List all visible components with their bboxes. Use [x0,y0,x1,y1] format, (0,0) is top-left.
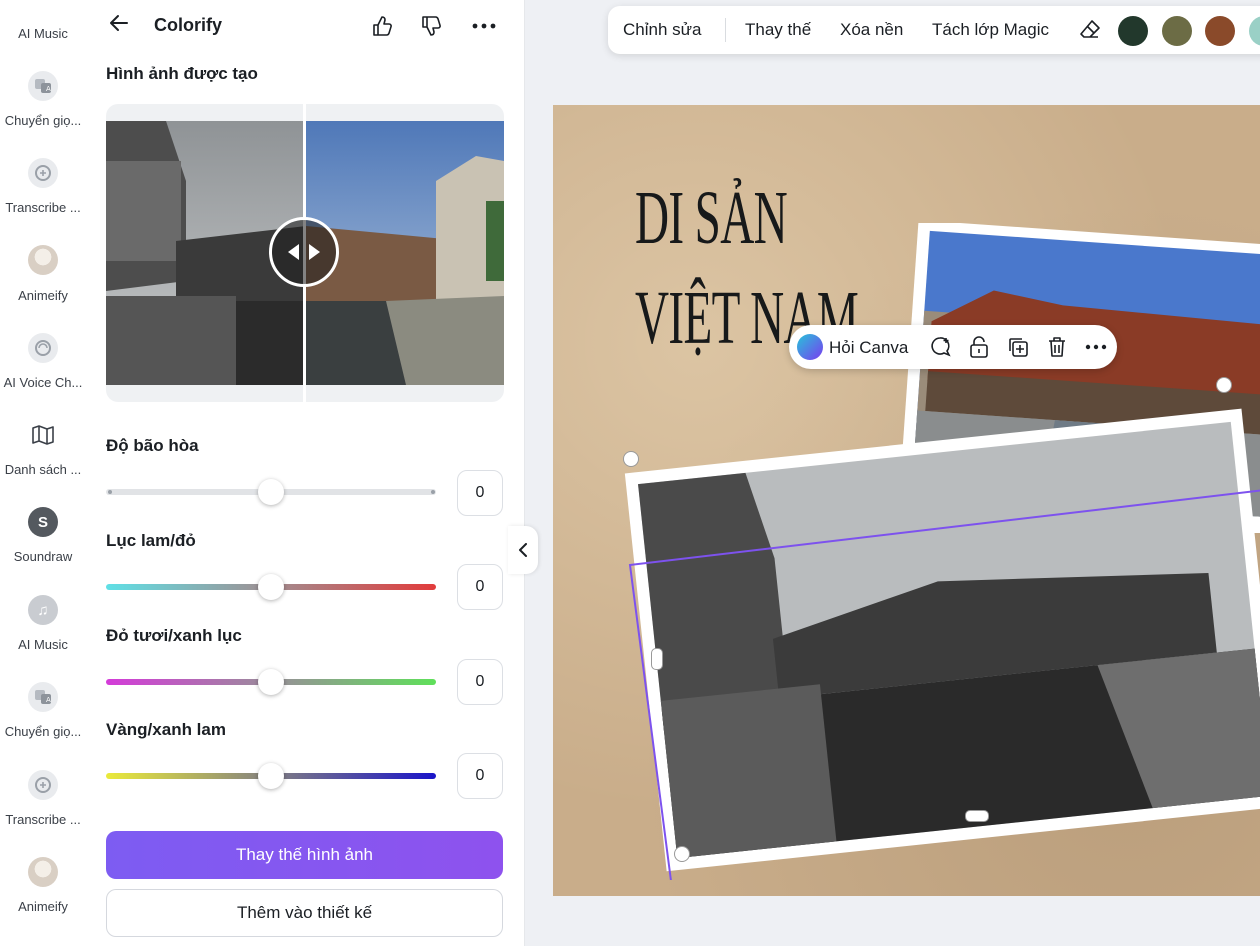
rail-item-label[interactable]: AI Voice Ch... [0,375,86,390]
yellow-blue-slider-thumb[interactable] [258,763,284,789]
context-toolbar: Chỉnh sửa Thay thế Xóa nền Tách lớp Magi… [608,6,1260,54]
colorify-panel: Colorify Hình ảnh được tạo Độ bão hòa 0 … [86,0,525,946]
rail-item-label[interactable]: Animeify [0,899,86,914]
transcribe-icon[interactable] [28,770,58,800]
track-end-dot [108,490,112,494]
yellow-blue-value-input[interactable]: 0 [457,753,503,799]
rail-item-label[interactable]: AI Music [0,637,86,652]
translate-icon[interactable]: A [28,682,58,712]
magic-layer-button[interactable]: Tách lớp Magic [932,20,1049,40]
magenta-green-value-input[interactable]: 0 [457,659,503,705]
eraser-icon[interactable] [1078,18,1102,47]
saturation-slider-thumb[interactable] [258,479,284,505]
yellow-blue-label: Vàng/xanh lam [106,720,226,739]
track-end-dot [431,490,435,494]
color-swatch[interactable] [1162,16,1192,46]
more-options-icon[interactable] [470,12,498,40]
voice-change-icon[interactable] [28,333,58,363]
side-handle[interactable] [965,810,989,822]
resize-handle[interactable] [1216,377,1232,393]
saturation-value-input[interactable]: 0 [457,470,503,516]
resize-handle[interactable] [674,846,690,862]
replace-button[interactable]: Thay thế [745,20,811,40]
resize-handle[interactable] [623,451,639,467]
replace-image-button[interactable]: Thay thế hình ảnh [106,831,503,879]
color-swatch[interactable] [1205,16,1235,46]
avatar-icon[interactable] [28,245,58,275]
lock-icon[interactable] [965,333,993,361]
canva-assistant-icon[interactable] [797,334,823,360]
collapse-panel-button[interactable] [508,526,538,574]
avatar-icon[interactable] [28,857,58,887]
translate-icon[interactable]: A [28,71,58,101]
trash-icon[interactable] [1043,333,1071,361]
heading-line-1[interactable]: DI SẢN [635,175,788,262]
left-right-arrows-icon [288,244,320,260]
music-note-icon[interactable]: ♫ [28,595,58,625]
color-swatch[interactable] [1249,16,1260,46]
comment-add-icon[interactable] [927,333,955,361]
chevron-left-icon [519,543,527,557]
transcribe-icon[interactable] [28,158,58,188]
rail-item-label[interactable]: Soundraw [0,549,86,564]
map-icon[interactable] [28,420,58,450]
svg-text:A: A [46,696,51,704]
design-canvas[interactable]: DI SẢN VIỆT NAM [553,105,1260,896]
compare-slider-handle[interactable] [269,217,339,287]
magenta-green-label: Đỏ tươi/xanh lục [106,626,242,645]
app-rail: AI Music A Chuyển giọ... Transcribe ... … [0,0,86,946]
edit-button[interactable]: Chỉnh sửa [623,20,701,40]
duplicate-icon[interactable] [1004,333,1032,361]
section-title: Hình ảnh được tạo [106,64,258,83]
magenta-green-slider-thumb[interactable] [258,669,284,695]
cyan-red-label: Lục lam/đỏ [106,531,196,550]
element-floating-menu: Hỏi Canva [789,325,1117,369]
svg-text:A: A [46,85,51,93]
panel-header: Colorify [86,0,524,54]
before-after-comparison [106,104,504,402]
thumbs-down-icon[interactable] [417,12,445,40]
thumbs-up-icon[interactable] [368,12,396,40]
soundraw-s-icon[interactable]: S [28,507,58,537]
add-to-design-button[interactable]: Thêm vào thiết kế [106,889,503,937]
rail-item-label[interactable]: AI Music [0,26,86,41]
cyan-red-value-input[interactable]: 0 [457,564,503,610]
more-options-icon[interactable] [1082,333,1110,361]
rail-item-label[interactable]: Transcribe ... [0,200,86,215]
cyan-red-slider-thumb[interactable] [258,574,284,600]
saturation-label: Độ bão hòa [106,436,199,455]
rail-item-label[interactable]: Chuyển giọ... [0,113,86,128]
color-swatch[interactable] [1118,16,1148,46]
rail-item-label[interactable]: Chuyển giọ... [0,724,86,739]
panel-title: Colorify [154,15,223,35]
rail-item-label[interactable]: Danh sách ... [0,462,86,477]
side-handle[interactable] [651,648,663,670]
rail-item-label[interactable]: Animeify [0,288,86,303]
rail-item-label[interactable]: Transcribe ... [0,812,86,827]
back-arrow-icon[interactable] [108,12,134,38]
ask-canva-button[interactable]: Hỏi Canva [829,338,908,358]
toolbar-divider [725,18,726,42]
bw-photo-frame[interactable] [613,380,1260,880]
remove-background-button[interactable]: Xóa nền [840,20,903,40]
